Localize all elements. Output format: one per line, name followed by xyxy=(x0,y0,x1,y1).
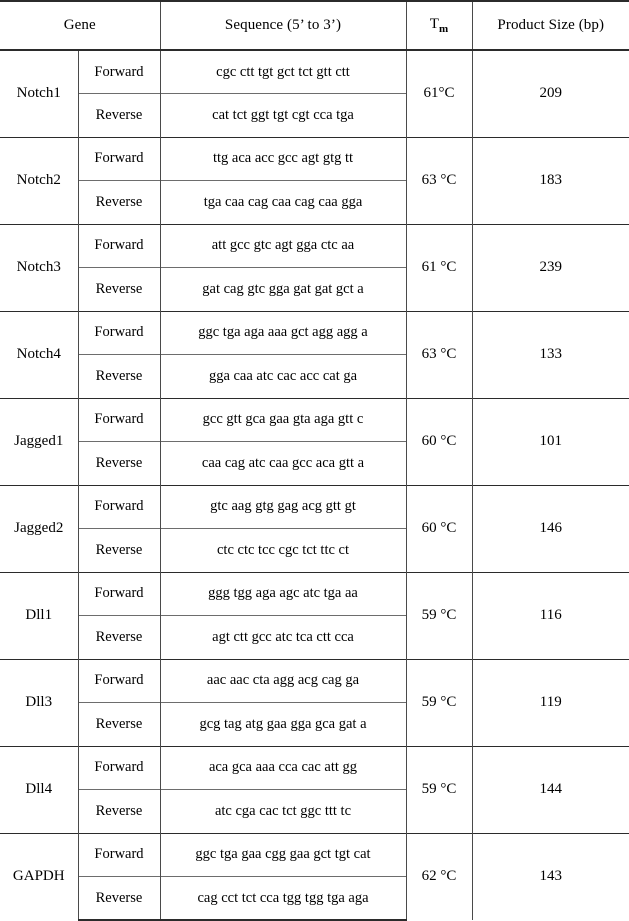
melting-temperature: 62 °C xyxy=(405,832,472,920)
table-header: Gene Sequence (5’ to 3’) Tm Product Size… xyxy=(0,0,629,51)
sequence-reverse: tga caa cag caa cag caa gga xyxy=(159,180,406,224)
sequence-reverse: gga caa atc cac acc cat ga xyxy=(159,354,406,398)
table-row: Notch1 Forward cgc ctt tgt gct tct gtt c… xyxy=(0,49,629,137)
sequence-reverse: caa cag atc caa gcc aca gtt a xyxy=(159,441,406,485)
direction-label-reverse: Reverse xyxy=(77,267,160,311)
sequence-reverse: cat tct ggt tgt cgt cca tga xyxy=(159,93,406,137)
primer-table: Gene Sequence (5’ to 3’) Tm Product Size… xyxy=(0,0,629,921)
melting-temperature: 61°C xyxy=(405,49,472,137)
direction-label-reverse: Reverse xyxy=(77,789,160,833)
column-header-tm-text: T xyxy=(429,16,439,32)
sequence-forward: ggc tga aga aaa gct agg agg a xyxy=(159,310,406,355)
direction-label-reverse: Reverse xyxy=(77,876,160,921)
gene-name: Dll4 xyxy=(0,745,78,833)
column-header-tm-subscript: m xyxy=(439,23,449,35)
melting-temperature: 59 °C xyxy=(405,658,472,746)
product-size: 146 xyxy=(471,484,629,572)
sequence-forward: ttg aca acc gcc agt gtg tt xyxy=(159,136,406,181)
sequence-reverse: cag cct tct cca tgg tgg tga aga xyxy=(159,876,406,921)
sequence-forward: ggc tga gaa cgg gaa gct tgt cat xyxy=(159,832,406,877)
column-header-tm: Tm xyxy=(405,0,472,51)
gene-name: Jagged1 xyxy=(0,397,78,485)
column-header-product-size: Product Size (bp) xyxy=(471,0,629,51)
product-size: 183 xyxy=(471,136,629,224)
sequence-forward: gtc aag gtg gag acg gtt gt xyxy=(159,484,406,529)
direction-label-forward: Forward xyxy=(77,571,160,616)
direction-label-reverse: Reverse xyxy=(77,702,160,746)
direction-label-reverse: Reverse xyxy=(77,180,160,224)
product-size: 144 xyxy=(471,745,629,833)
direction-label-reverse: Reverse xyxy=(77,93,160,137)
direction-label-forward: Forward xyxy=(77,484,160,529)
product-size: 101 xyxy=(471,397,629,485)
direction-label-forward: Forward xyxy=(77,397,160,442)
direction-label-reverse: Reverse xyxy=(77,528,160,572)
product-size: 143 xyxy=(471,832,629,920)
melting-temperature: 60 °C xyxy=(405,397,472,485)
melting-temperature: 60 °C xyxy=(405,484,472,572)
sequence-forward: aac aac cta agg acg cag ga xyxy=(159,658,406,703)
sequence-reverse: gcg tag atg gaa gga gca gat a xyxy=(159,702,406,746)
sequence-reverse: atc cga cac tct ggc ttt tc xyxy=(159,789,406,833)
table-row: Notch2 Forward ttg aca acc gcc agt gtg t… xyxy=(0,136,629,224)
gene-name: Dll3 xyxy=(0,658,78,746)
gene-name: GAPDH xyxy=(0,832,78,920)
direction-label-reverse: Reverse xyxy=(77,354,160,398)
product-size: 119 xyxy=(471,658,629,746)
table-row: Dll3 Forward aac aac cta agg acg cag ga … xyxy=(0,658,629,746)
gene-name: Notch2 xyxy=(0,136,78,224)
table-row: Notch3 Forward att gcc gtc agt gga ctc a… xyxy=(0,223,629,311)
direction-label-reverse: Reverse xyxy=(77,615,160,659)
sequence-forward: gcc gtt gca gaa gta aga gtt c xyxy=(159,397,406,442)
sequence-reverse: gat cag gtc gga gat gat gct a xyxy=(159,267,406,311)
sequence-forward: cgc ctt tgt gct tct gtt ctt xyxy=(159,49,406,94)
gene-name: Dll1 xyxy=(0,571,78,659)
sequence-reverse: agt ctt gcc atc tca ctt cca xyxy=(159,615,406,659)
product-size: 209 xyxy=(471,49,629,137)
direction-label-forward: Forward xyxy=(77,832,160,877)
gene-name: Notch4 xyxy=(0,310,78,398)
table-row: GAPDH Forward ggc tga gaa cgg gaa gct tg… xyxy=(0,832,629,920)
sequence-reverse: ctc ctc tcc cgc tct ttc ct xyxy=(159,528,406,572)
direction-label-reverse: Reverse xyxy=(77,441,160,485)
product-size: 116 xyxy=(471,571,629,659)
product-size: 133 xyxy=(471,310,629,398)
table-row: Jagged1 Forward gcc gtt gca gaa gta aga … xyxy=(0,397,629,485)
gene-name: Notch1 xyxy=(0,49,78,137)
table-row: Jagged2 Forward gtc aag gtg gag acg gtt … xyxy=(0,484,629,572)
direction-label-forward: Forward xyxy=(77,658,160,703)
melting-temperature: 63 °C xyxy=(405,136,472,224)
header-row: Gene Sequence (5’ to 3’) Tm Product Size… xyxy=(0,0,629,51)
direction-label-forward: Forward xyxy=(77,745,160,790)
melting-temperature: 61 °C xyxy=(405,223,472,311)
direction-label-forward: Forward xyxy=(77,310,160,355)
sequence-forward: att gcc gtc agt gga ctc aa xyxy=(159,223,406,268)
melting-temperature: 59 °C xyxy=(405,745,472,833)
direction-label-forward: Forward xyxy=(77,223,160,268)
melting-temperature: 63 °C xyxy=(405,310,472,398)
gene-name: Jagged2 xyxy=(0,484,78,572)
column-header-gene: Gene xyxy=(0,0,160,51)
direction-label-forward: Forward xyxy=(77,49,160,94)
sequence-forward: ggg tgg aga agc atc tga aa xyxy=(159,571,406,616)
melting-temperature: 59 °C xyxy=(405,571,472,659)
table-row: Dll1 Forward ggg tgg aga agc atc tga aa … xyxy=(0,571,629,659)
sequence-forward: aca gca aaa cca cac att gg xyxy=(159,745,406,790)
product-size: 239 xyxy=(471,223,629,311)
direction-label-forward: Forward xyxy=(77,136,160,181)
table-row: Dll4 Forward aca gca aaa cca cac att gg … xyxy=(0,745,629,833)
column-header-sequence: Sequence (5’ to 3’) xyxy=(159,0,406,51)
table-body: Notch1 Forward cgc ctt tgt gct tct gtt c… xyxy=(0,49,629,921)
gene-name: Notch3 xyxy=(0,223,78,311)
table-row: Notch4 Forward ggc tga aga aaa gct agg a… xyxy=(0,310,629,398)
